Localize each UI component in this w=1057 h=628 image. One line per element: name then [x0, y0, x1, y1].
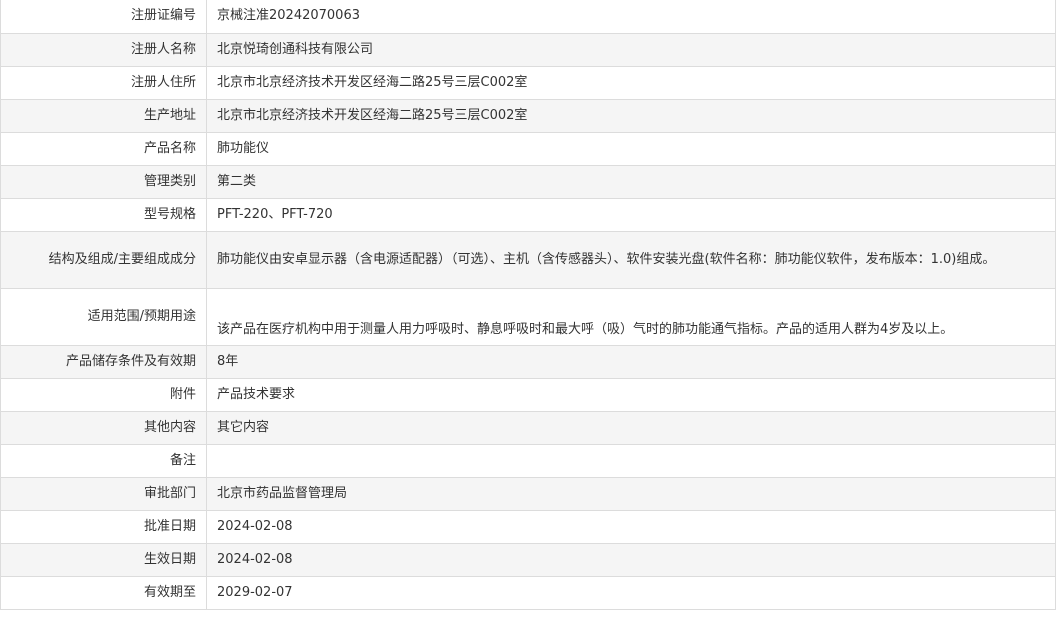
- label-model-spec: 型号规格: [0, 197, 207, 232]
- label-registrant-name: 注册人名称: [0, 32, 207, 67]
- value-remarks: [206, 443, 1056, 478]
- label-management-category: 管理类别: [0, 164, 207, 199]
- value-effective-date: 2024-02-08: [206, 542, 1056, 577]
- value-structure-composition: 肺功能仪由安卓显示器（含电源适配器）（可选）、主机（含传感器头）、软件安装光盘(…: [206, 230, 1056, 289]
- value-approval-department: 北京市药品监督管理局: [206, 476, 1056, 511]
- value-intended-use: 该产品在医疗机构中用于测量人用力呼吸时、静息呼吸时和最大呼（吸）气时的肺功能通气…: [206, 287, 1056, 346]
- label-remarks: 备注: [0, 443, 207, 478]
- label-registration-number: 注册证编号: [0, 0, 207, 34]
- label-registrant-address: 注册人住所: [0, 65, 207, 100]
- value-storage-validity: 8年: [206, 344, 1056, 379]
- row-registrant-name: 注册人名称 北京悦琦创通科技有限公司: [0, 32, 1056, 67]
- value-expiry-date: 2029-02-07: [206, 575, 1056, 610]
- row-registrant-address: 注册人住所 北京市北京经济技术开发区经海二路25号三层C002室: [0, 65, 1056, 100]
- row-structure-composition: 结构及组成/主要组成成分 肺功能仪由安卓显示器（含电源适配器）（可选）、主机（含…: [0, 230, 1056, 289]
- label-other-content: 其他内容: [0, 410, 207, 445]
- row-production-address: 生产地址 北京市北京经济技术开发区经海二路25号三层C002室: [0, 98, 1056, 133]
- value-model-spec: PFT-220、PFT-720: [206, 197, 1056, 232]
- row-approval-date: 批准日期 2024-02-08: [0, 509, 1056, 544]
- value-approval-date: 2024-02-08: [206, 509, 1056, 544]
- row-intended-use: 适用范围/预期用途 该产品在医疗机构中用于测量人用力呼吸时、静息呼吸时和最大呼（…: [0, 287, 1056, 346]
- label-product-name: 产品名称: [0, 131, 207, 166]
- value-registrant-address: 北京市北京经济技术开发区经海二路25号三层C002室: [206, 65, 1056, 100]
- row-model-spec: 型号规格 PFT-220、PFT-720: [0, 197, 1056, 232]
- row-attachment: 附件 产品技术要求: [0, 377, 1056, 412]
- row-remarks: 备注: [0, 443, 1056, 478]
- label-approval-department: 审批部门: [0, 476, 207, 511]
- value-attachment: 产品技术要求: [206, 377, 1056, 412]
- value-production-address: 北京市北京经济技术开发区经海二路25号三层C002室: [206, 98, 1056, 133]
- row-expiry-date: 有效期至 2029-02-07: [0, 575, 1056, 610]
- registration-detail-table: 注册证编号 京械注准20242070063 注册人名称 北京悦琦创通科技有限公司…: [0, 0, 1056, 610]
- value-product-name: 肺功能仪: [206, 131, 1056, 166]
- label-approval-date: 批准日期: [0, 509, 207, 544]
- label-expiry-date: 有效期至: [0, 575, 207, 610]
- label-storage-validity: 产品储存条件及有效期: [0, 344, 207, 379]
- row-product-name: 产品名称 肺功能仪: [0, 131, 1056, 166]
- row-approval-department: 审批部门 北京市药品监督管理局: [0, 476, 1056, 511]
- row-effective-date: 生效日期 2024-02-08: [0, 542, 1056, 577]
- label-intended-use: 适用范围/预期用途: [0, 287, 207, 346]
- label-production-address: 生产地址: [0, 98, 207, 133]
- row-storage-validity: 产品储存条件及有效期 8年: [0, 344, 1056, 379]
- row-registration-number: 注册证编号 京械注准20242070063: [0, 0, 1056, 34]
- value-management-category: 第二类: [206, 164, 1056, 199]
- label-effective-date: 生效日期: [0, 542, 207, 577]
- value-registrant-name: 北京悦琦创通科技有限公司: [206, 32, 1056, 67]
- row-management-category: 管理类别 第二类: [0, 164, 1056, 199]
- value-other-content: 其它内容: [206, 410, 1056, 445]
- value-registration-number: 京械注准20242070063: [206, 0, 1056, 34]
- row-other-content: 其他内容 其它内容: [0, 410, 1056, 445]
- label-structure-composition: 结构及组成/主要组成成分: [0, 230, 207, 289]
- label-attachment: 附件: [0, 377, 207, 412]
